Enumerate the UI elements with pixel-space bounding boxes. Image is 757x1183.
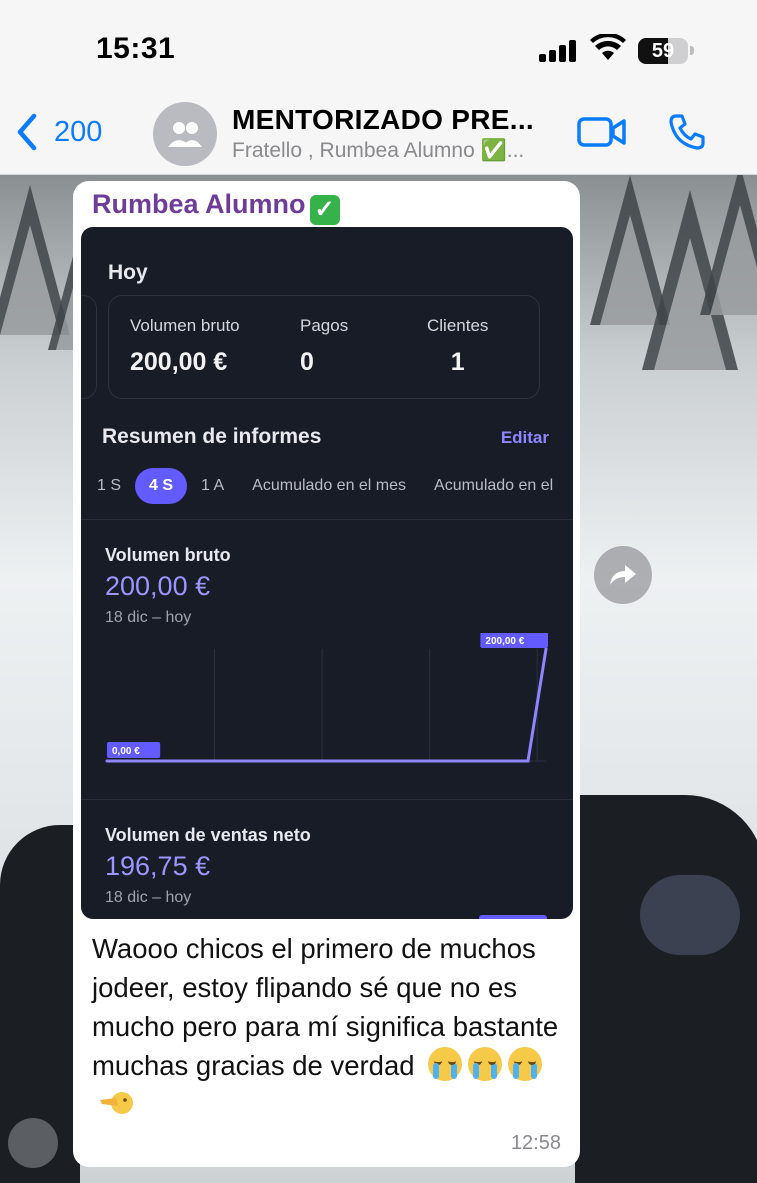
pointing-hand-icon xyxy=(100,1092,133,1114)
battery-percent: 59 xyxy=(651,40,675,62)
net-volume-value: 196,75 € xyxy=(105,851,211,881)
report-summary-heading: Resumen de informes xyxy=(102,425,322,448)
sender-avatar[interactable] xyxy=(8,1118,58,1168)
stats-card: Volumen bruto 200,00 € Pagos 0 Clientes … xyxy=(108,295,540,399)
chart-point xyxy=(325,759,328,763)
crying-face-icon xyxy=(428,1047,463,1081)
stat-gross-volume: Volumen bruto 200,00 € xyxy=(130,316,240,377)
chart-end-label-text: 200,00 € xyxy=(485,636,524,647)
chat-participants[interactable]: Fratello , Rumbea Alumno ✅... xyxy=(232,139,524,163)
stat-label: Clientes xyxy=(427,316,489,335)
status-time: 15:31 xyxy=(96,32,176,65)
sender-name-text: Rumbea Alumno xyxy=(92,189,306,219)
group-icon xyxy=(168,122,202,147)
back-button[interactable]: 200 xyxy=(16,112,102,152)
chart-point xyxy=(434,759,438,763)
battery-icon: 59 xyxy=(638,38,688,64)
net-volume-range: 18 dic – hoy xyxy=(105,889,192,906)
message-text: Waooo chicos el primero de muchos jodeer… xyxy=(92,929,567,1124)
group-avatar[interactable] xyxy=(153,102,217,166)
chart-point xyxy=(105,759,109,763)
message-bubble[interactable]: Rumbea Alumno ✓ Hoy Volumen bruto 200,00 … xyxy=(73,181,580,1167)
chart-point xyxy=(215,759,219,763)
period-tabs: 1 S 4 S 1 A Acumulado en el mes Acumulad… xyxy=(97,467,567,505)
video-call-icon[interactable] xyxy=(577,116,627,148)
gross-volume-chart: 0,00 € 200,00 € xyxy=(105,633,548,763)
stat-label: Pagos xyxy=(300,316,349,335)
stat-payments: Pagos 0 xyxy=(300,316,348,377)
tab-month-to-date: Acumulado en el mes xyxy=(252,477,407,494)
gross-volume-title: Volumen bruto xyxy=(105,545,231,565)
gross-volume-value: 200,00 € xyxy=(105,571,211,601)
dashboard-screenshot-image[interactable]: Hoy Volumen bruto 200,00 € Pagos 0 Clien… xyxy=(81,227,573,919)
chat-title[interactable]: MENTORIZADO PRE... xyxy=(232,104,534,136)
divider xyxy=(81,519,573,520)
stat-value: 1 xyxy=(450,348,465,376)
battery-tip xyxy=(690,46,694,55)
forward-button[interactable] xyxy=(594,546,652,604)
divider xyxy=(81,799,573,800)
crying-face-icon xyxy=(508,1047,543,1081)
chart-start-label-text: 0,00 € xyxy=(112,746,140,757)
tab-4s: 4 S xyxy=(135,468,188,504)
tab-1s: 1 S xyxy=(97,477,122,494)
previous-card xyxy=(81,295,97,399)
check-mark-icon: ✓ xyxy=(309,194,340,225)
chart-start-label: 0,00 € xyxy=(107,742,161,758)
net-volume-title: Volumen de ventas neto xyxy=(105,825,311,845)
gross-volume-range: 18 dic – hoy xyxy=(105,609,192,626)
today-heading: Hoy xyxy=(108,261,148,284)
cellular-signal-icon xyxy=(539,40,579,62)
wifi-icon xyxy=(590,34,626,60)
tab-1a: 1 A xyxy=(201,477,225,494)
stat-label: Volumen bruto xyxy=(130,316,240,335)
stat-value: 200,00 € xyxy=(130,348,228,376)
stat-clients: Clientes 1 xyxy=(427,316,488,377)
edit-link: Editar xyxy=(500,428,549,447)
chevron-left-icon xyxy=(17,113,37,151)
forward-arrow-icon xyxy=(610,565,636,585)
message-time: 12:58 xyxy=(510,1132,561,1154)
chart-series-line xyxy=(107,648,548,763)
tab-year-to-date: Acumulado en el xyxy=(434,477,554,494)
crying-face-icon xyxy=(468,1047,503,1081)
sender-name[interactable]: Rumbea Alumno ✓ xyxy=(92,189,340,225)
phone-call-icon[interactable] xyxy=(667,112,707,152)
chart-end-label: 200,00 € xyxy=(480,633,548,648)
chart-label-peek xyxy=(479,915,547,919)
unread-count: 200 xyxy=(54,115,103,148)
chat-header: 15:31 59 200 MENTORIZADO PRE... Fratello… xyxy=(0,0,757,175)
stat-value: 0 xyxy=(300,348,314,376)
